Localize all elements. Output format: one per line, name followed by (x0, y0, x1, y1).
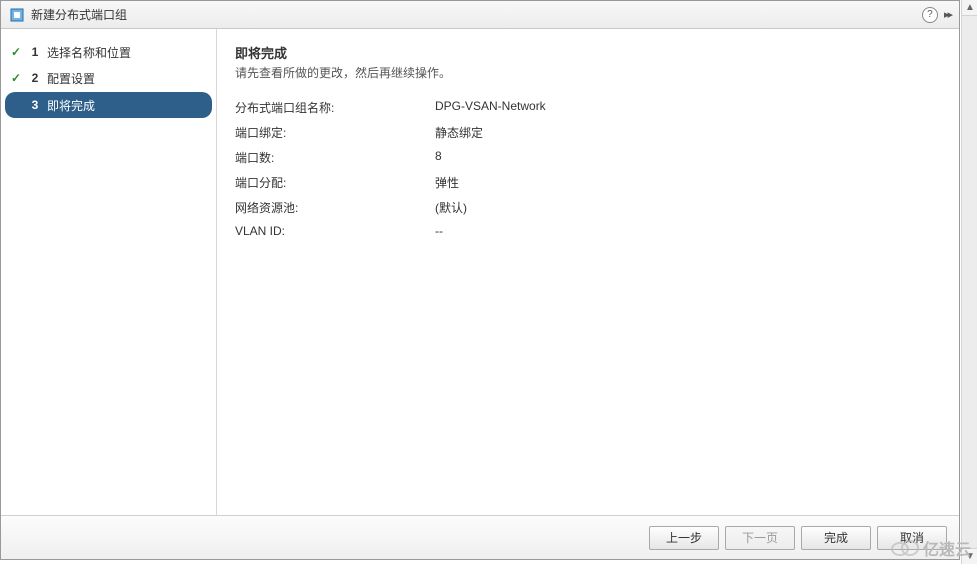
step-number: 3 (29, 98, 41, 112)
titlebar: 新建分布式端口组 ? ▸▸ (1, 1, 959, 29)
check-icon: ✓ (9, 71, 23, 85)
scroll-down-arrow-icon[interactable]: ▼ (962, 548, 977, 564)
summary-properties: 分布式端口组名称: DPG-VSAN-Network 端口绑定: 静态绑定 端口… (235, 99, 941, 238)
summary-row: 端口分配: 弹性 (235, 174, 941, 191)
app-icon (9, 7, 25, 23)
wizard-step-1[interactable]: ✓ 1 选择名称和位置 (1, 39, 216, 65)
summary-value: 弹性 (435, 174, 459, 191)
step-number: 1 (29, 45, 41, 59)
step-label: 配置设置 (47, 70, 95, 87)
cancel-button[interactable]: 取消 (877, 526, 947, 550)
summary-label: 端口分配: (235, 174, 435, 191)
step-label: 即将完成 (47, 97, 95, 114)
summary-row: 网络资源池: (默认) (235, 199, 941, 216)
summary-value: 静态绑定 (435, 124, 483, 141)
summary-value: DPG-VSAN-Network (435, 99, 546, 116)
dialog-body: ✓ 1 选择名称和位置 ✓ 2 配置设置 ✓ 3 即将完成 即将完成 请先查看所… (1, 29, 959, 515)
help-icon[interactable]: ? (922, 7, 938, 23)
wizard-footer: 上一步 下一页 完成 取消 (1, 515, 959, 559)
summary-label: 分布式端口组名称: (235, 99, 435, 116)
vertical-scrollbar[interactable]: ▲ ▼ (961, 0, 977, 564)
summary-value: 8 (435, 149, 442, 166)
expand-icon[interactable]: ▸▸ (944, 8, 951, 21)
finish-button[interactable]: 完成 (801, 526, 871, 550)
scroll-up-arrow-icon[interactable]: ▲ (962, 0, 977, 16)
summary-row: 端口绑定: 静态绑定 (235, 124, 941, 141)
wizard-dialog: 新建分布式端口组 ? ▸▸ ✓ 1 选择名称和位置 ✓ 2 配置设置 ✓ 3 即… (0, 0, 960, 560)
content-heading: 即将完成 (235, 43, 941, 62)
summary-label: 端口数: (235, 149, 435, 166)
summary-label: 网络资源池: (235, 199, 435, 216)
content-subtitle: 请先查看所做的更改，然后再继续操作。 (235, 64, 941, 81)
step-label: 选择名称和位置 (47, 44, 131, 61)
summary-row: VLAN ID: -- (235, 224, 941, 238)
summary-value: -- (435, 224, 443, 238)
wizard-sidebar: ✓ 1 选择名称和位置 ✓ 2 配置设置 ✓ 3 即将完成 (1, 29, 217, 515)
step-number: 2 (29, 71, 41, 85)
wizard-content: 即将完成 请先查看所做的更改，然后再继续操作。 分布式端口组名称: DPG-VS… (217, 29, 959, 515)
wizard-step-2[interactable]: ✓ 2 配置设置 (1, 65, 216, 91)
check-icon: ✓ (9, 45, 23, 59)
summary-row: 分布式端口组名称: DPG-VSAN-Network (235, 99, 941, 116)
summary-label: VLAN ID: (235, 224, 435, 238)
summary-row: 端口数: 8 (235, 149, 941, 166)
summary-value: (默认) (435, 199, 467, 216)
next-button: 下一页 (725, 526, 795, 550)
dialog-title: 新建分布式端口组 (31, 6, 916, 23)
wizard-step-3[interactable]: ✓ 3 即将完成 (5, 92, 212, 118)
back-button[interactable]: 上一步 (649, 526, 719, 550)
summary-label: 端口绑定: (235, 124, 435, 141)
